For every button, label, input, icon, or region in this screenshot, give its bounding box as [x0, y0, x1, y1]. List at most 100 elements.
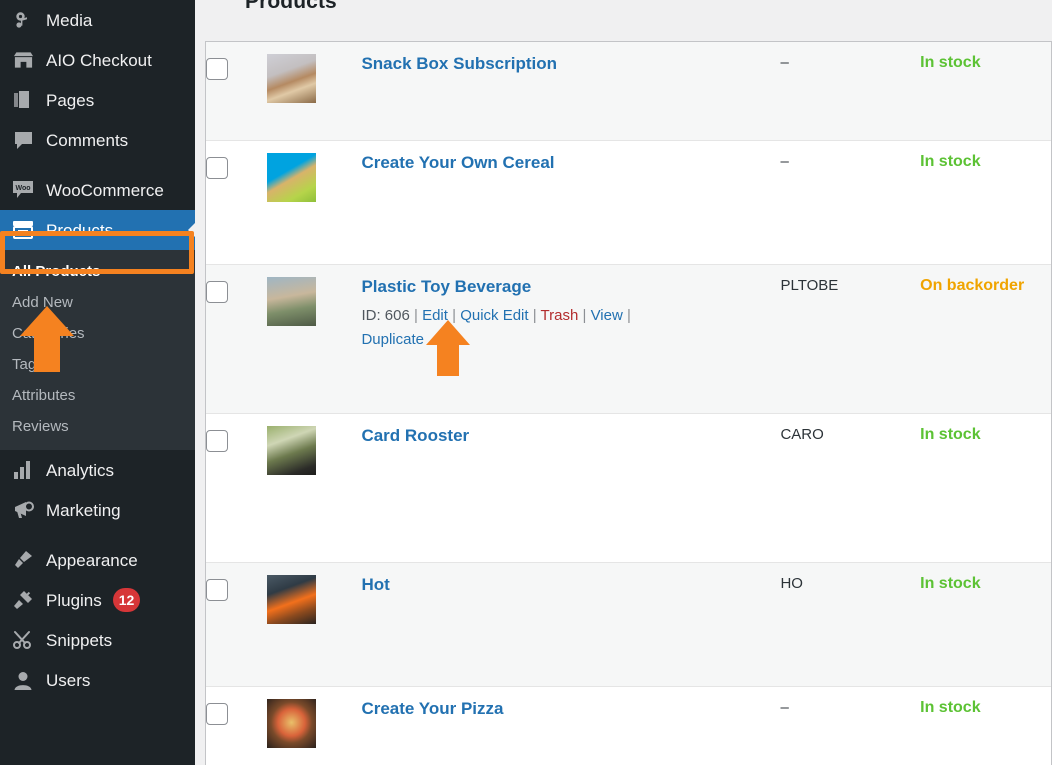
- row-stock-cell: On backorder: [920, 264, 1051, 414]
- sidebar-separator: [0, 160, 195, 170]
- sidebar-item-analytics[interactable]: Analytics: [0, 450, 195, 490]
- row-select-cell[interactable]: [206, 413, 267, 563]
- main-content: Products Snack Box Subscription – In sto…: [195, 0, 1052, 765]
- row-checkbox[interactable]: [206, 702, 228, 725]
- product-title-link[interactable]: Snack Box Subscription: [361, 54, 557, 74]
- row-select-cell[interactable]: [206, 686, 267, 765]
- products-table-container: Snack Box Subscription – In stock Fr $( …: [205, 41, 1052, 765]
- row-stock-cell: In stock: [920, 686, 1051, 765]
- sidebar-item-label: Plugins: [46, 590, 102, 610]
- sidebar-item-comments[interactable]: Comments: [0, 120, 195, 160]
- product-title-link[interactable]: Card Rooster: [361, 426, 469, 446]
- row-stock-cell: In stock: [920, 140, 1051, 266]
- page-title: Products: [245, 0, 337, 13]
- analytics-icon: [8, 459, 38, 481]
- sidebar-item-snippets[interactable]: Snippets: [0, 620, 195, 660]
- sidebar-item-products[interactable]: Products: [0, 210, 195, 250]
- submenu-item-reviews[interactable]: Reviews: [0, 411, 195, 442]
- submenu-item-add-new[interactable]: Add New: [0, 287, 195, 318]
- product-title-link[interactable]: Create Your Pizza: [361, 699, 503, 719]
- status-badge: In stock: [920, 426, 981, 443]
- appearance-icon: [8, 549, 38, 571]
- view-link[interactable]: View: [591, 307, 623, 324]
- row-name-cell: Plastic Toy Beverage ID: 606 | Edit | Qu…: [361, 264, 781, 414]
- edit-link[interactable]: Edit: [422, 307, 448, 324]
- sidebar-item-label: Products: [46, 220, 114, 240]
- status-badge: On backorder: [920, 277, 1025, 295]
- sidebar-item-plugins[interactable]: Plugins 12: [0, 580, 195, 620]
- sidebar-item-marketing[interactable]: Marketing: [0, 490, 195, 530]
- products-table: Snack Box Subscription – In stock Fr $( …: [206, 42, 1051, 765]
- sidebar-item-aio-checkout[interactable]: AIO Checkout: [0, 40, 195, 80]
- row-select-cell[interactable]: [206, 562, 267, 687]
- sidebar-item-users[interactable]: Users: [0, 660, 195, 700]
- comments-icon: [8, 129, 38, 151]
- sidebar-item-woocommerce[interactable]: Woo WooCommerce: [0, 170, 195, 210]
- row-thumbnail-cell: [266, 413, 362, 563]
- pizza-thumb: [266, 698, 316, 748]
- row-checkbox[interactable]: [206, 578, 228, 601]
- row-sku: HO: [780, 562, 921, 687]
- sidebar-item-pages[interactable]: Pages: [0, 80, 195, 120]
- action-separator: |: [626, 306, 631, 324]
- row-name-cell: Hot: [361, 562, 781, 687]
- product-title-link[interactable]: Hot: [361, 575, 389, 595]
- submenu-item-attributes[interactable]: Attributes: [0, 380, 195, 411]
- products-submenu: All Products Add New Categories Tags Att…: [0, 250, 195, 450]
- row-sku: –: [780, 42, 921, 142]
- row-checkbox[interactable]: [206, 430, 228, 452]
- row-thumbnail-cell: [266, 42, 362, 142]
- row-name-cell: Snack Box Subscription: [361, 42, 781, 142]
- duplicate-link[interactable]: Duplicate: [361, 331, 424, 348]
- quick-edit-link[interactable]: Quick Edit: [460, 307, 528, 324]
- sidebar-item-media[interactable]: Media: [0, 0, 195, 40]
- row-sku: CARO: [780, 413, 921, 563]
- table-left-rail: [205, 41, 206, 765]
- table-row[interactable]: Card Rooster CARO In stock $ $ cr ar to: [206, 413, 1051, 563]
- plugins-update-badge: 12: [112, 588, 141, 612]
- plugins-icon: [8, 589, 38, 611]
- action-separator: |: [582, 306, 591, 324]
- row-select-cell[interactable]: [206, 42, 267, 142]
- sidebar-item-label: AIO Checkout: [46, 50, 152, 70]
- table-row[interactable]: Snack Box Subscription – In stock Fr $( …: [206, 42, 1051, 142]
- table-row[interactable]: Plastic Toy Beverage ID: 606 | Edit | Qu…: [206, 264, 1051, 414]
- pages-icon: [8, 89, 38, 111]
- submenu-item-categories[interactable]: Categories: [0, 318, 195, 349]
- sidebar-item-label: Comments: [46, 130, 129, 150]
- action-separator: |: [452, 306, 461, 324]
- row-checkbox[interactable]: [206, 157, 228, 180]
- table-row[interactable]: Hot HO In stock $ cr ar to: [206, 562, 1051, 687]
- products-table-body: Snack Box Subscription – In stock Fr $( …: [206, 42, 1051, 765]
- users-icon: [8, 669, 38, 691]
- product-id-label: ID: 606: [361, 306, 410, 324]
- row-sku: –: [780, 140, 921, 266]
- beverage-stand-thumb: [266, 277, 316, 327]
- trash-link[interactable]: Trash: [541, 307, 579, 324]
- hot-kettle-thumb: [266, 574, 316, 624]
- product-title-link[interactable]: Create Your Own Cereal: [361, 153, 554, 173]
- sidebar-item-appearance[interactable]: Appearance: [0, 540, 195, 580]
- row-select-cell[interactable]: [206, 140, 267, 266]
- status-badge: In stock: [920, 153, 981, 171]
- row-name-cell: Create Your Own Cereal: [361, 140, 781, 266]
- marketing-icon: [8, 499, 38, 521]
- row-name-cell: Create Your Pizza: [361, 686, 781, 765]
- sidebar-item-label: Analytics: [46, 460, 115, 480]
- sidebar-item-label: Appearance: [46, 550, 138, 570]
- row-checkbox[interactable]: [206, 281, 228, 304]
- action-separator: |: [414, 306, 423, 324]
- table-row[interactable]: Create Your Pizza – In stock $ cr ar: [206, 686, 1051, 765]
- sidebar-item-label: Users: [46, 670, 91, 690]
- sidebar-item-label: Pages: [46, 90, 95, 110]
- row-stock-cell: In stock: [920, 413, 1051, 563]
- row-sku: PLTOBE: [780, 264, 921, 414]
- row-checkbox[interactable]: [206, 58, 228, 80]
- submenu-item-all-products[interactable]: All Products: [0, 256, 195, 287]
- submenu-item-tags[interactable]: Tags: [0, 349, 195, 380]
- table-row[interactable]: Create Your Own Cereal – In stock $ cr a…: [206, 140, 1051, 266]
- product-title-link[interactable]: Plastic Toy Beverage: [361, 277, 531, 297]
- row-sku: –: [780, 686, 921, 765]
- row-select-cell[interactable]: [206, 264, 267, 414]
- row-stock-cell: In stock: [920, 562, 1051, 687]
